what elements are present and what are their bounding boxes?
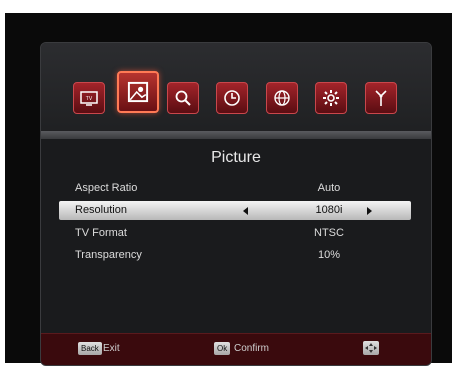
setting-value: NTSC: [314, 227, 344, 239]
menu-icon-bar: TV: [41, 43, 431, 135]
globe-icon[interactable]: [266, 82, 298, 114]
search-icon[interactable]: [167, 82, 199, 114]
svg-text:TV: TV: [86, 96, 93, 102]
back-key[interactable]: Back: [78, 342, 102, 355]
arrow-left-icon[interactable]: [243, 207, 248, 215]
clock-icon[interactable]: [216, 82, 248, 114]
ok-key[interactable]: Ok: [214, 342, 231, 355]
setting-label: Resolution: [75, 204, 127, 216]
setting-row-tv-format[interactable]: TV Format NTSC: [59, 224, 411, 243]
settings-panel: TV Picture Aspect Ratio Auto Resolution …: [40, 42, 432, 366]
arrow-right-icon[interactable]: [367, 207, 372, 215]
setting-label: Transparency: [75, 249, 142, 261]
setting-row-transparency[interactable]: Transparency 10%: [59, 246, 411, 265]
setting-label: TV Format: [75, 227, 127, 239]
tv-icon[interactable]: TV: [73, 82, 105, 114]
icon-bar-shelf: [41, 131, 431, 139]
picture-icon[interactable]: [117, 71, 159, 113]
setting-value: 1080i: [315, 204, 343, 216]
gear-icon[interactable]: [315, 82, 347, 114]
navigate-icon: [363, 341, 379, 355]
antenna-icon[interactable]: [365, 82, 397, 114]
setting-value: 10%: [317, 249, 341, 261]
setting-row-aspect-ratio[interactable]: Aspect Ratio Auto: [59, 179, 411, 198]
footer-bar: Back Exit Ok Confirm: [41, 333, 431, 365]
tv-screen: TV Picture Aspect Ratio Auto Resolution …: [5, 13, 452, 366]
setting-row-resolution[interactable]: Resolution 1080i: [59, 201, 411, 220]
page-title: Picture: [211, 149, 261, 166]
setting-value: Auto: [317, 182, 341, 194]
exit-label: Exit: [103, 343, 120, 354]
setting-label: Aspect Ratio: [75, 182, 138, 194]
confirm-label: Confirm: [234, 343, 270, 354]
